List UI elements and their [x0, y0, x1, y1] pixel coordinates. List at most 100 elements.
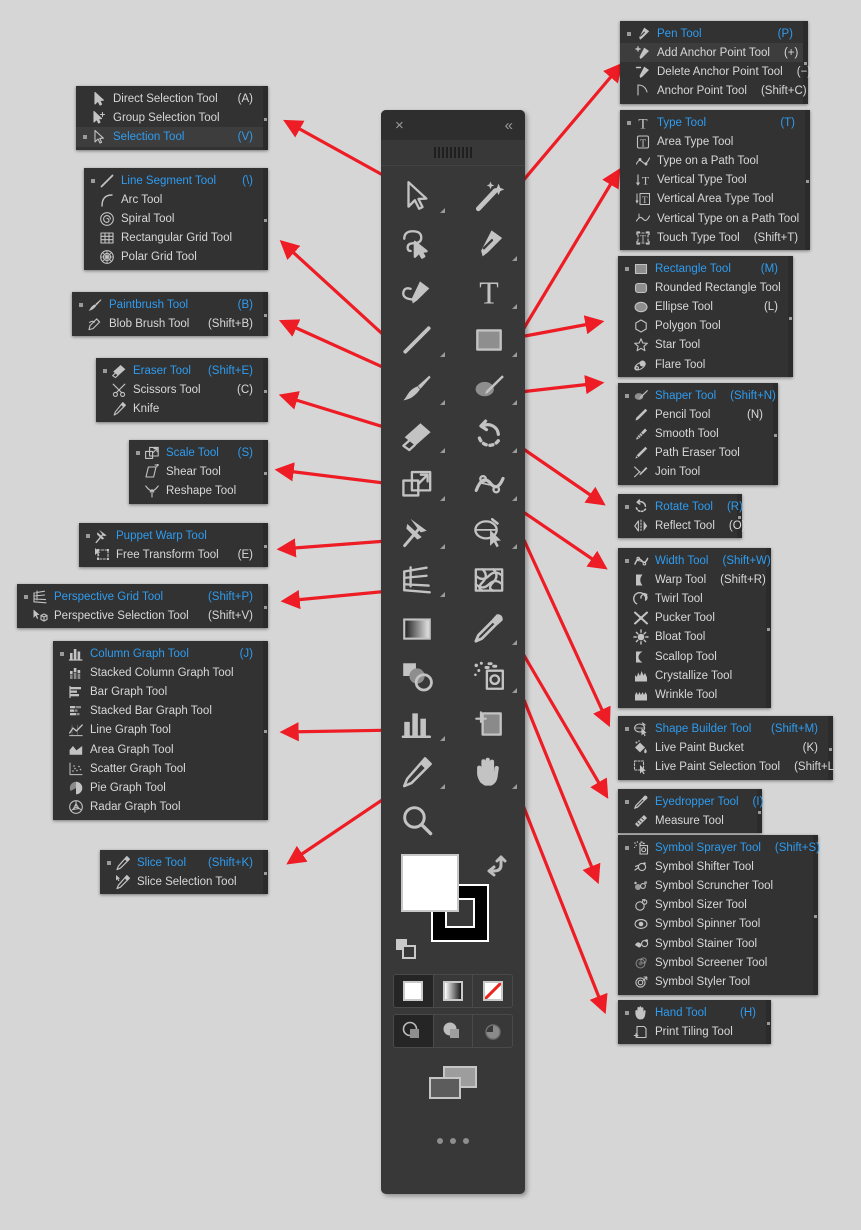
flyout-indicator[interactable]: [440, 544, 445, 549]
draw-normal-button[interactable]: [394, 1015, 434, 1047]
flyout-panel-rectangle[interactable]: Rectangle Tool (M) Rounded Rectangle Tool E…: [618, 256, 793, 378]
flyout-item-area-graph-tool[interactable]: Area Graph Tool: [53, 740, 263, 759]
flyout-item-symbol-scruncher-tool[interactable]: Symbol Scruncher Tool: [618, 876, 813, 895]
flyout-item-line-graph-tool[interactable]: Line Graph Tool: [53, 721, 263, 740]
flyout-item-direct-selection-tool[interactable]: Direct Selection Tool (A): [76, 89, 263, 108]
draw-mode-row[interactable]: [393, 1014, 513, 1048]
tearoff-handle[interactable]: [264, 545, 267, 549]
tool-eraser-tool[interactable]: [381, 412, 453, 460]
flyout-item-stacked-bar-graph-tool[interactable]: Stacked Bar Graph Tool: [53, 702, 263, 721]
edit-toolbar-ellipsis[interactable]: [381, 1118, 525, 1164]
tearoff-handle[interactable]: [264, 314, 267, 318]
tool-puppet-warp-tool[interactable]: [381, 508, 453, 556]
tool-perspective-grid-tool[interactable]: [381, 556, 453, 604]
flyout-panel-hand[interactable]: Hand Tool (H) Print Tiling Tool: [618, 1000, 771, 1045]
tearoff-handle[interactable]: [804, 62, 807, 66]
flyout-item-rectangle-tool[interactable]: Rectangle Tool (M): [618, 259, 788, 278]
tool-artboard-tool[interactable]: [453, 700, 525, 748]
flyout-item-perspective-selection-tool[interactable]: Perspective Selection Tool (Shift+V): [17, 606, 263, 625]
collapse-icon[interactable]: «: [505, 117, 513, 134]
fill-mode-row[interactable]: [393, 974, 513, 1008]
flyout-item-puppet-warp-tool[interactable]: Puppet Warp Tool: [79, 526, 263, 545]
tools-grid[interactable]: T: [381, 166, 525, 844]
flyout-item-rounded-rectangle-tool[interactable]: Rounded Rectangle Tool: [618, 278, 788, 297]
flyout-item-warp-tool[interactable]: Warp Tool (Shift+R): [618, 570, 766, 589]
flyout-panel-eraser[interactable]: Eraser Tool (Shift+E) Scissors Tool (C) Knif…: [96, 358, 268, 422]
flyout-item-twirl-tool[interactable]: Twirl Tool: [618, 589, 766, 608]
tearoff-handle[interactable]: [264, 606, 267, 610]
tool-zoom-tool[interactable]: [381, 796, 453, 844]
tearoff-handle[interactable]: [767, 1022, 770, 1026]
flyout-item-bloat-tool[interactable]: Bloat Tool: [618, 628, 766, 647]
tearoff-handle[interactable]: [814, 914, 817, 918]
panel-drag-grip[interactable]: [381, 140, 525, 166]
close-icon[interactable]: ×: [395, 117, 404, 134]
flyout-panel-width[interactable]: Width Tool (Shift+W) Warp Tool (Shift+R) Twi…: [618, 548, 771, 708]
tool-line-segment-tool[interactable]: [381, 316, 453, 364]
flyout-item-symbol-sizer-tool[interactable]: Symbol Sizer Tool: [618, 896, 813, 915]
flyout-item-free-transform-tool[interactable]: Free Transform Tool (E): [79, 545, 263, 564]
flyout-item-add-anchor-point-tool[interactable]: Add Anchor Point Tool (+): [620, 43, 803, 63]
fill-stroke-controls[interactable]: [381, 848, 525, 968]
tool-width-tool[interactable]: [453, 460, 525, 508]
flyout-item-smooth-tool[interactable]: Smooth Tool: [618, 424, 773, 443]
flyout-item-shaper-tool[interactable]: Shaper Tool (Shift+N): [618, 386, 776, 405]
flyout-panel-line-segment[interactable]: Line Segment Tool (\) Arc Tool Spiral Tool R…: [84, 168, 268, 270]
flyout-panel-rotate[interactable]: Rotate Tool (R) Reflect Tool (O): [618, 494, 746, 539]
tearoff-handle[interactable]: [829, 747, 832, 751]
tearoff-handle[interactable]: [264, 389, 267, 393]
flyout-indicator[interactable]: [440, 496, 445, 501]
flyout-indicator[interactable]: [512, 256, 517, 261]
flyout-item-symbol-stainer-tool[interactable]: Symbol Stainer Tool: [618, 934, 813, 953]
draw-inside-button[interactable]: [473, 1015, 512, 1047]
flyout-item-print-tiling-tool[interactable]: Print Tiling Tool: [618, 1022, 766, 1041]
tearoff-handle[interactable]: [264, 730, 267, 734]
flyout-item-measure-tool[interactable]: Measure Tool: [618, 811, 757, 830]
flyout-item-live-paint-bucket[interactable]: Live Paint Bucket (K): [618, 738, 828, 757]
tool-rectangle-tool[interactable]: [453, 316, 525, 364]
flyout-item-slice-tool[interactable]: Slice Tool (Shift+K): [100, 853, 263, 872]
tearoff-handle[interactable]: [264, 218, 267, 222]
flyout-item-join-tool[interactable]: Join Tool: [618, 463, 773, 482]
flyout-item-paintbrush-tool[interactable]: Paintbrush Tool (B): [72, 295, 263, 314]
tool-column-graph-tool[interactable]: [381, 700, 453, 748]
tearoff-handle[interactable]: [774, 433, 777, 437]
flyout-item-arc-tool[interactable]: Arc Tool: [84, 190, 263, 209]
flyout-item-slice-selection-tool[interactable]: Slice Selection Tool: [100, 872, 263, 891]
flyout-item-crystallize-tool[interactable]: Crystallize Tool: [618, 666, 766, 685]
flyout-item-vertical-type-tool[interactable]: T Vertical Type Tool: [620, 171, 805, 190]
flyout-item-line-segment-tool[interactable]: Line Segment Tool (\): [84, 171, 263, 190]
flyout-indicator[interactable]: [512, 784, 517, 789]
flyout-item-blob-brush-tool[interactable]: Blob Brush Tool (Shift+B): [72, 314, 263, 333]
flyout-panel-type[interactable]: T Type Tool (T) T Area Type Tool Type on a Pa…: [620, 110, 810, 251]
flyout-item-eraser-tool[interactable]: Eraser Tool (Shift+E): [96, 361, 263, 380]
tool-type-tool[interactable]: T: [453, 268, 525, 316]
flyout-item-perspective-grid-tool[interactable]: Perspective Grid Tool (Shift+P): [17, 587, 263, 606]
tool-magic-wand-tool[interactable]: [453, 172, 525, 220]
flyout-item-pencil-tool[interactable]: Pencil Tool (N): [618, 405, 773, 424]
flyout-item-reflect-tool[interactable]: Reflect Tool (O): [618, 516, 746, 535]
flyout-item-width-tool[interactable]: Width Tool (Shift+W): [618, 551, 771, 570]
tearoff-handle[interactable]: [806, 180, 809, 184]
tool-pen-tool[interactable]: [453, 220, 525, 268]
tools-panel[interactable]: × « T: [381, 110, 525, 1194]
flyout-item-scale-tool[interactable]: Scale Tool (S): [129, 443, 263, 462]
flyout-item-bar-graph-tool[interactable]: Bar Graph Tool: [53, 682, 263, 701]
flyout-item-pen-tool[interactable]: Pen Tool (P): [620, 24, 803, 43]
flyout-panel-paintbrush[interactable]: Paintbrush Tool (B) Blob Brush Tool (Shift+…: [72, 292, 268, 337]
flyout-panel-perspective[interactable]: Perspective Grid Tool (Shift+P) Perspectiv…: [17, 584, 268, 629]
flyout-item-pie-graph-tool[interactable]: Pie Graph Tool: [53, 778, 263, 797]
flyout-item-rectangular-grid-tool[interactable]: Rectangular Grid Tool: [84, 229, 263, 248]
flyout-item-wrinkle-tool[interactable]: Wrinkle Tool: [618, 685, 766, 704]
flyout-panel-eyedropper[interactable]: Eyedropper Tool (I) Measure Tool: [618, 789, 763, 834]
flyout-item-touch-type-tool[interactable]: T Touch Type Tool (Shift+T): [620, 228, 805, 247]
flyout-item-scatter-graph-tool[interactable]: Scatter Graph Tool: [53, 759, 263, 778]
flyout-item-symbol-sprayer-tool[interactable]: Symbol Sprayer Tool (Shift+S): [618, 838, 820, 857]
tearoff-handle[interactable]: [264, 471, 267, 475]
tool-eyedropper-tool[interactable]: [453, 604, 525, 652]
flyout-item-spiral-tool[interactable]: Spiral Tool: [84, 209, 263, 228]
flyout-item-eyedropper-tool[interactable]: Eyedropper Tool (I): [618, 792, 763, 811]
fill-swatch[interactable]: [401, 854, 459, 912]
flyout-item-polar-grid-tool[interactable]: Polar Grid Tool: [84, 248, 263, 267]
flyout-indicator[interactable]: [512, 496, 517, 501]
